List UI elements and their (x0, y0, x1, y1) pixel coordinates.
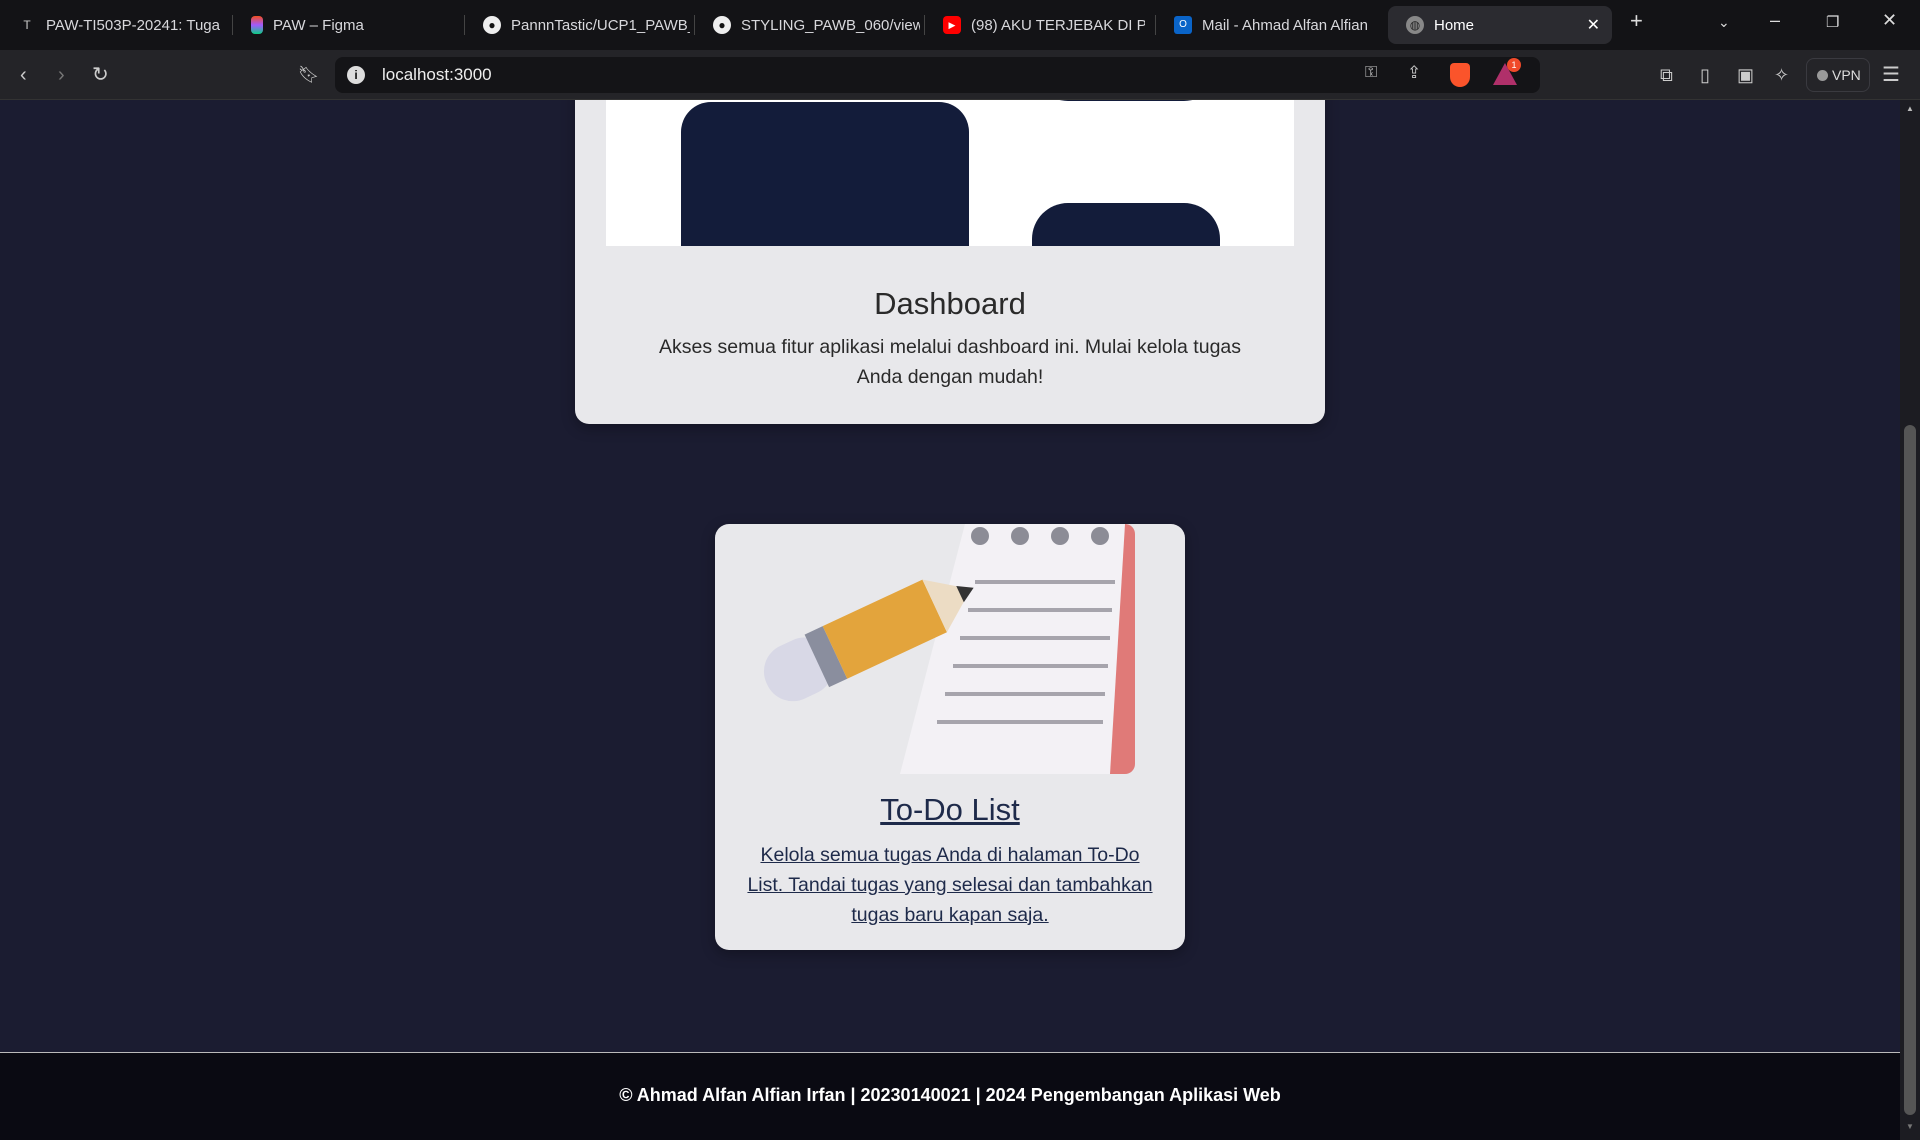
vpn-icon (1817, 70, 1828, 81)
url-text[interactable]: localhost:3000 (382, 65, 492, 85)
tab-teams[interactable]: T PAW-TI503P-20241: Tuga (0, 6, 225, 44)
scroll-up-icon[interactable]: ▲ (1906, 104, 1914, 113)
minimize-button[interactable]: – (1770, 10, 1780, 31)
close-tab-icon[interactable]: ✕ (1587, 15, 1600, 35)
tab-outlook[interactable]: O Mail - Ahmad Alfan Alfian (1156, 6, 1371, 44)
extensions-icon[interactable]: ⧉ (1660, 63, 1673, 87)
notification-badge: 1 (1507, 58, 1521, 72)
tab-figma[interactable]: PAW – Figma (233, 6, 463, 44)
tab-label: Mail - Ahmad Alfan Alfian (1202, 16, 1368, 34)
scroll-down-icon[interactable]: ▼ (1906, 1122, 1914, 1131)
tab-home[interactable]: ◍ Home ✕ (1388, 6, 1612, 44)
dashboard-card[interactable]: Dashboard Akses semua fitur aplikasi mel… (575, 100, 1325, 424)
scrollbar-thumb[interactable] (1904, 425, 1916, 1115)
close-window-button[interactable]: ✕ (1882, 10, 1897, 31)
todo-card[interactable]: To-Do List Kelola semua tugas Anda di ha… (715, 524, 1185, 950)
footer-text: © Ahmad Alfan Alfian Irfan | 20230140021… (619, 1085, 1281, 1105)
leo-ai-icon[interactable]: ✧ (1774, 63, 1789, 87)
github-icon: ● (483, 16, 501, 34)
tab-label: (98) AKU TERJEBAK DI PE (971, 16, 1145, 34)
tab-youtube[interactable]: ▶ (98) AKU TERJEBAK DI PE (925, 6, 1145, 44)
tab-label: PannnTastic/UCP1_PAWB_ (511, 16, 690, 34)
figma-icon (251, 16, 263, 34)
share-icon[interactable]: ⇪ (1407, 63, 1421, 83)
forward-icon[interactable]: › (58, 63, 65, 87)
youtube-icon: ▶ (943, 16, 961, 34)
browser-toolbar: ‹ › ↻ 🔖︎ i localhost:3000 ⚿ ⇪ 1 ⧉ ▯ ▣ ✧ … (0, 50, 1920, 100)
vpn-button[interactable]: VPN (1806, 58, 1870, 92)
tab-list-chevron-icon[interactable]: ⌄ (1718, 14, 1730, 31)
bookmark-icon[interactable]: 🔖︎ (298, 63, 320, 87)
todo-title-link[interactable]: To-Do List (715, 792, 1185, 828)
globe-icon: ◍ (1406, 16, 1424, 34)
dashboard-title: Dashboard (874, 286, 1026, 321)
reload-icon[interactable]: ↻ (92, 63, 109, 87)
address-bar[interactable]: i localhost:3000 ⚿ ⇪ 1 (335, 57, 1540, 93)
vpn-label: VPN (1832, 67, 1861, 83)
footer: © Ahmad Alfan Alfian Irfan | 20230140021… (0, 1052, 1900, 1140)
todo-title[interactable]: To-Do List (880, 792, 1020, 827)
desc-line[interactable]: List. Tandai tugas yang selesai dan tamb… (740, 870, 1160, 900)
dashboard-illustration (606, 100, 1294, 246)
notepad-pencil-illustration (763, 524, 1135, 774)
tab-bar: T PAW-TI503P-20241: Tuga PAW – Figma ● Pan… (0, 0, 1920, 50)
todo-description-link[interactable]: Kelola semua tugas Anda di halaman To-Do… (740, 840, 1160, 930)
tab-github-ucp1[interactable]: ● PannnTastic/UCP1_PAWB_ (465, 6, 690, 44)
desc-line: Anda dengan mudah! (856, 366, 1044, 388)
desc-line[interactable]: Kelola semua tugas Anda di halaman To-Do (740, 840, 1160, 870)
wallet-icon[interactable]: ▣ (1737, 63, 1754, 87)
page-content: Dashboard Akses semua fitur aplikasi mel… (0, 100, 1900, 1052)
tab-label: PAW-TI503P-20241: Tuga (46, 16, 220, 34)
teams-icon: T (23, 18, 31, 32)
tab-github-styling[interactable]: ● STYLING_PAWB_060/view (695, 6, 920, 44)
info-icon[interactable]: i (347, 66, 365, 84)
outlook-icon: O (1174, 16, 1192, 34)
scrollbar[interactable]: ▲ ▼ (1900, 100, 1920, 1140)
restore-button[interactable]: ❐ (1826, 13, 1839, 31)
key-icon[interactable]: ⚿ (1365, 64, 1377, 82)
sidebar-icon[interactable]: ▯ (1700, 63, 1710, 87)
tab-label: Home (1434, 16, 1475, 34)
dashboard-description: Akses semua fitur aplikasi melalui dashb… (610, 332, 1290, 392)
new-tab-button[interactable]: + (1630, 8, 1643, 34)
desc-line[interactable]: tugas baru kapan saja. (740, 900, 1160, 930)
brave-shield-icon[interactable] (1450, 63, 1470, 87)
github-icon: ● (713, 16, 731, 34)
tab-label: PAW – Figma (273, 16, 364, 34)
tab-label: STYLING_PAWB_060/view (741, 16, 920, 34)
desc-line: Akses semua fitur aplikasi melalui dashb… (658, 336, 1242, 358)
menu-icon[interactable]: ☰ (1882, 63, 1900, 87)
back-icon[interactable]: ‹ (20, 63, 27, 87)
